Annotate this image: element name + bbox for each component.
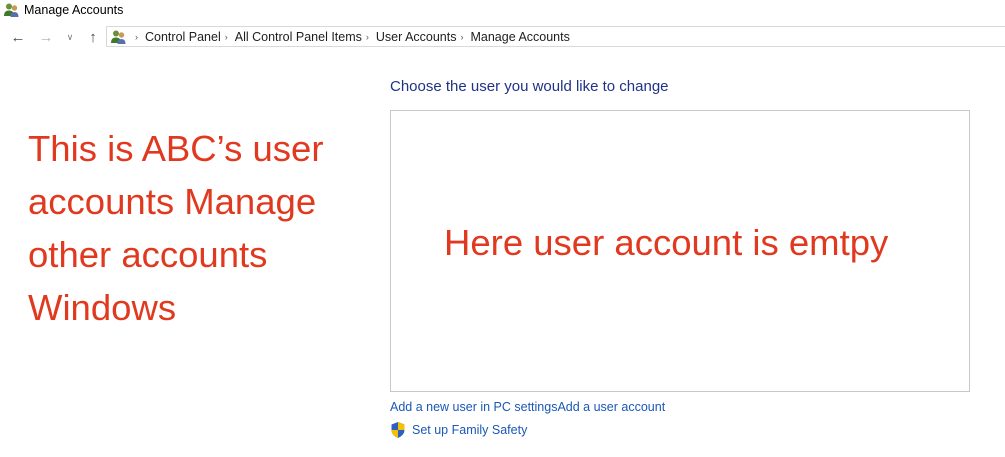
task-links: Add a new user in PC settingsAdd a user … bbox=[390, 400, 665, 438]
annotation-line: This is ABC’s user bbox=[28, 128, 324, 169]
user-accounts-icon bbox=[111, 30, 126, 44]
empty-box-annotation: Here user account is emtpy bbox=[444, 222, 889, 263]
annotation-line: other accounts bbox=[28, 234, 268, 275]
page-heading: Choose the user you would like to change bbox=[390, 78, 669, 95]
chevron-down-icon: ∨ bbox=[66, 31, 74, 42]
annotation-line: accounts Manage bbox=[28, 181, 317, 222]
add-user-links-row: Add a new user in PC settingsAdd a user … bbox=[390, 400, 665, 414]
annotation-text: This is ABC’s user accounts Manage other… bbox=[28, 122, 368, 334]
breadcrumb-control-panel[interactable]: Control Panel bbox=[145, 30, 221, 44]
breadcrumb-all-control-panel-items[interactable]: All Control Panel Items bbox=[235, 30, 362, 44]
chevron-right-icon[interactable]: › bbox=[135, 32, 138, 42]
family-safety-row: Set up Family Safety bbox=[390, 421, 527, 439]
address-bar[interactable]: › Control Panel › All Control Panel Item… bbox=[106, 26, 1005, 47]
back-button[interactable]: ← bbox=[8, 28, 28, 46]
recent-locations-button[interactable]: ∨ bbox=[63, 28, 77, 46]
add-user-account-link[interactable]: Add a user account bbox=[557, 400, 665, 414]
set-up-family-safety-link[interactable]: Set up Family Safety bbox=[412, 423, 527, 437]
back-arrow-icon: ← bbox=[10, 28, 26, 46]
breadcrumb-user-accounts[interactable]: User Accounts bbox=[376, 30, 457, 44]
user-accounts-list[interactable]: Here user account is emtpy bbox=[390, 110, 970, 392]
forward-arrow-icon: → bbox=[38, 28, 54, 46]
chevron-right-icon[interactable]: › bbox=[225, 32, 228, 42]
forward-button[interactable]: → bbox=[36, 28, 56, 46]
user-accounts-icon bbox=[4, 3, 19, 17]
breadcrumb-manage-accounts[interactable]: Manage Accounts bbox=[470, 30, 569, 44]
title-bar: Manage Accounts bbox=[0, 0, 1005, 22]
chevron-right-icon[interactable]: › bbox=[460, 32, 463, 42]
navigation-bar: ← → ∨ ↑ › Control Panel › All Control Pa… bbox=[0, 26, 1005, 48]
annotation-line: Windows bbox=[28, 287, 177, 328]
up-arrow-icon: ↑ bbox=[89, 28, 97, 46]
window-title: Manage Accounts bbox=[24, 3, 124, 17]
shield-icon bbox=[391, 422, 405, 438]
up-button[interactable]: ↑ bbox=[83, 28, 103, 46]
add-user-in-pc-settings-link[interactable]: Add a new user in PC settings bbox=[390, 400, 557, 414]
chevron-right-icon[interactable]: › bbox=[366, 32, 369, 42]
